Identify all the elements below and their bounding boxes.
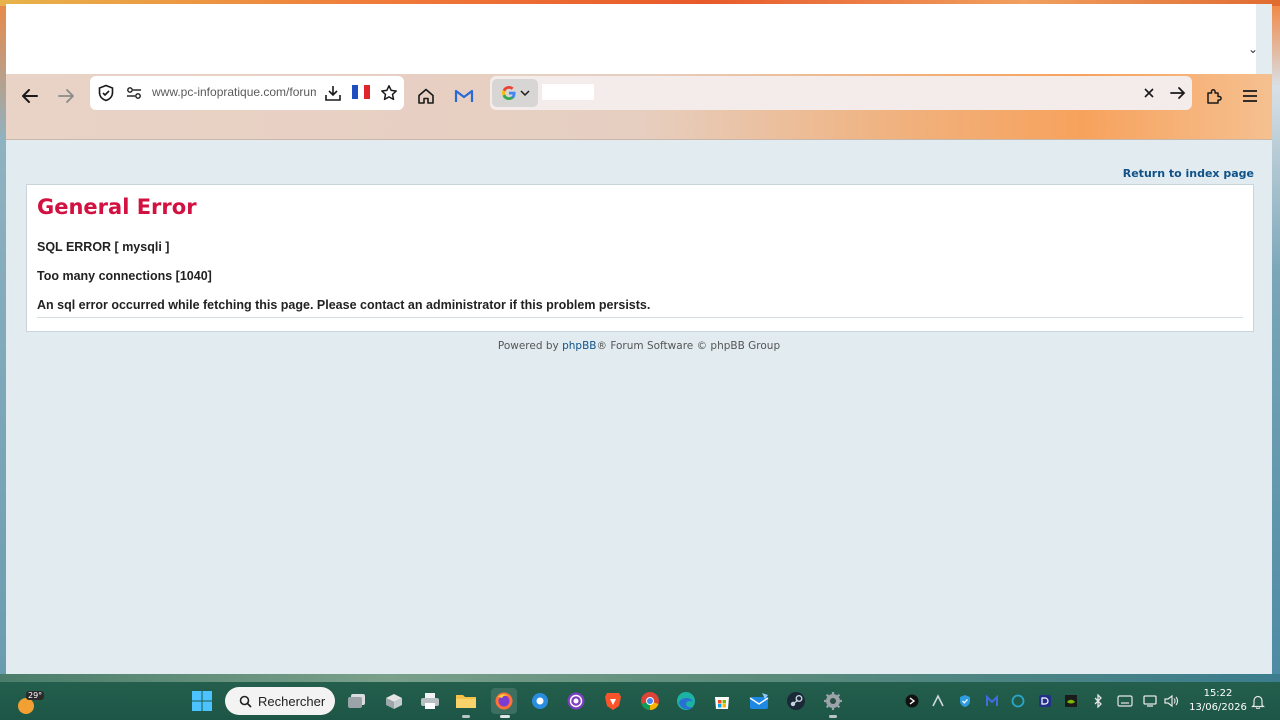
taskbar: 29° Rechercher 15:22 13/06/2026 bbox=[0, 682, 1280, 720]
edge-icon[interactable] bbox=[674, 689, 698, 713]
search-engine-selector[interactable] bbox=[492, 79, 538, 107]
forward-arrow-icon bbox=[58, 89, 74, 103]
task-view-icon[interactable] bbox=[345, 689, 369, 713]
clear-icon[interactable] bbox=[1140, 84, 1158, 102]
error-message: An sql error occurred while fetching thi… bbox=[37, 298, 651, 312]
navigation-toolbar: www.pc-infopratique.com/forum bbox=[6, 74, 1272, 140]
url-bar[interactable]: www.pc-infopratique.com/forum bbox=[90, 76, 404, 110]
footer-powered-by: Powered by bbox=[497, 340, 563, 352]
error-title: General Error bbox=[37, 195, 197, 219]
clock-date: 13/06/2026 bbox=[1189, 702, 1247, 713]
network-icon[interactable] bbox=[1143, 693, 1159, 709]
clock-time: 15:22 bbox=[1203, 688, 1233, 699]
return-to-index-link[interactable]: Return to index page bbox=[1123, 167, 1254, 180]
extensions-icon bbox=[1207, 88, 1222, 104]
divider bbox=[37, 317, 1243, 318]
search-input[interactable] bbox=[542, 84, 594, 100]
france-flag-icon[interactable] bbox=[352, 85, 370, 99]
footer-rest: ® Forum Software © phpBB Group bbox=[596, 340, 781, 352]
malwarebytes-tray-icon[interactable] bbox=[984, 693, 1000, 709]
app-menu-button[interactable] bbox=[1234, 80, 1266, 112]
nvidia-tray-icon[interactable] bbox=[1063, 693, 1079, 709]
running-indicator bbox=[829, 715, 837, 718]
volume-icon[interactable] bbox=[1163, 693, 1179, 709]
browser-window: ⌄ www.pc-infopratique.com/forum Return t… bbox=[6, 4, 1272, 674]
chrome-icon[interactable] bbox=[638, 689, 662, 713]
home-button[interactable] bbox=[410, 80, 442, 112]
windows-icon bbox=[192, 691, 212, 711]
active-indicator bbox=[500, 715, 510, 718]
start-button[interactable] bbox=[190, 689, 214, 713]
back-button[interactable] bbox=[14, 80, 46, 112]
gmail-icon bbox=[454, 89, 474, 102]
file-explorer-icon[interactable] bbox=[454, 689, 478, 713]
printer-app-icon[interactable] bbox=[418, 689, 442, 713]
menu-icon bbox=[1243, 90, 1257, 102]
google-icon bbox=[501, 86, 515, 100]
extensions-button[interactable] bbox=[1198, 80, 1230, 112]
mail-app-icon[interactable] bbox=[747, 689, 771, 713]
security-tray-icon[interactable] bbox=[957, 693, 973, 709]
running-indicator bbox=[462, 715, 470, 718]
tray-app-icon-4[interactable] bbox=[1037, 693, 1053, 709]
settings-icon[interactable] bbox=[821, 689, 845, 713]
phpbb-link[interactable]: phpBB bbox=[562, 340, 596, 352]
list-all-tabs-icon[interactable]: ⌄ bbox=[1248, 42, 1258, 56]
weather-temperature: 29° bbox=[26, 691, 45, 700]
error-panel: General Error SQL ERROR [ mysqli ] Too m… bbox=[26, 184, 1254, 332]
permissions-icon[interactable] bbox=[124, 83, 144, 103]
weather-widget[interactable]: 29° bbox=[12, 688, 45, 716]
shield-icon[interactable] bbox=[96, 83, 116, 103]
chevron-down-icon bbox=[519, 90, 530, 97]
search-label: Rechercher bbox=[258, 693, 326, 709]
page-content: Return to index page General Error SQL E… bbox=[6, 140, 1272, 674]
bluetooth-icon[interactable] bbox=[1090, 693, 1106, 709]
tray-app-icon-3[interactable] bbox=[1010, 693, 1026, 709]
desktop-wallpaper-bottom bbox=[0, 674, 1280, 682]
search-icon bbox=[239, 695, 252, 708]
gmail-button[interactable] bbox=[448, 80, 480, 112]
keyboard-icon[interactable] bbox=[1117, 693, 1133, 709]
home-icon bbox=[418, 88, 434, 104]
search-bar[interactable] bbox=[490, 76, 1192, 110]
url-text[interactable]: www.pc-infopratique.com/forum bbox=[152, 85, 316, 103]
widgets-app-icon[interactable] bbox=[382, 689, 406, 713]
forward-button[interactable] bbox=[50, 80, 82, 112]
clock[interactable]: 15:22 13/06/2026 bbox=[1188, 687, 1248, 715]
sql-error-line: SQL ERROR [ mysqli ] bbox=[37, 240, 170, 254]
store-icon[interactable] bbox=[710, 689, 734, 713]
tray-app-icon-2[interactable] bbox=[930, 693, 946, 709]
back-arrow-icon bbox=[22, 89, 38, 103]
desktop-wallpaper-right bbox=[1272, 6, 1280, 676]
sun-icon bbox=[18, 698, 34, 714]
tray-app-icon-1[interactable] bbox=[904, 693, 920, 709]
notification-bell-icon[interactable] bbox=[1250, 693, 1266, 709]
tab-strip[interactable]: ⌄ bbox=[6, 4, 1258, 74]
connections-error-line: Too many connections [1040] bbox=[37, 269, 212, 283]
app-icon-blue[interactable] bbox=[528, 689, 552, 713]
brave-icon[interactable] bbox=[601, 689, 625, 713]
tor-browser-icon[interactable] bbox=[564, 689, 588, 713]
save-page-icon[interactable] bbox=[322, 82, 344, 104]
bookmark-star-icon[interactable] bbox=[378, 82, 400, 104]
firefox-icon[interactable] bbox=[491, 688, 517, 714]
steam-icon[interactable] bbox=[784, 689, 808, 713]
page-footer: Powered by phpBB® Forum Software © phpBB… bbox=[6, 340, 1272, 352]
go-arrow-icon[interactable] bbox=[1168, 84, 1188, 102]
taskbar-search[interactable]: Rechercher bbox=[225, 687, 335, 715]
